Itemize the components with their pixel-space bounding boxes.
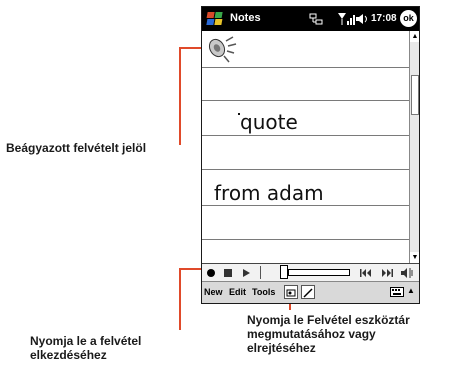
ink-line-2: from adam: [214, 181, 324, 205]
record-icon[interactable]: [205, 266, 217, 279]
input-panel-arrow-icon[interactable]: ▲: [407, 286, 415, 295]
speaker-icon[interactable]: [206, 35, 238, 65]
ruled-line: [202, 135, 409, 136]
clock[interactable]: 17:08: [371, 13, 397, 24]
toolbar-toggle-label-line2: megmutatásához vagy: [247, 327, 376, 341]
record-callout-line-top: [179, 268, 203, 270]
windows-start-icon[interactable]: [205, 10, 227, 28]
toolbar-toggle-label-line1: Nyomja le Felvétel eszköztár: [247, 313, 410, 327]
skip-back-icon[interactable]: [359, 266, 373, 279]
ok-button[interactable]: ok: [400, 10, 417, 27]
menu-bar: New Edit Tools ▲: [202, 281, 419, 303]
embedded-callout-line-vertical: [179, 47, 181, 145]
embedded-callout-line-top: [179, 47, 203, 49]
ruled-line: [202, 100, 409, 101]
vertical-scrollbar[interactable]: ▲ ▼: [409, 31, 419, 263]
stop-icon[interactable]: [222, 266, 234, 279]
note-canvas[interactable]: quote from adam: [202, 31, 409, 263]
speaker-volume-icon[interactable]: [400, 266, 416, 279]
separator: [260, 266, 263, 279]
app-title: Notes: [230, 12, 261, 24]
volume-icon[interactable]: [355, 12, 369, 26]
title-bar: Notes 17:08 ok: [202, 7, 419, 31]
toolbar-toggle-label: Nyomja le Felvétel eszköztár megmutatásá…: [247, 313, 410, 355]
skip-forward-icon[interactable]: [380, 266, 394, 279]
record-start-label-line1: Nyomja le a felvétel: [30, 334, 142, 348]
ruled-line: [202, 67, 409, 68]
keyboard-icon[interactable]: [390, 287, 404, 297]
record-callout-line-vertical: [179, 268, 181, 330]
scroll-down-icon[interactable]: ▼: [410, 252, 419, 263]
record-start-label: Nyomja le a felvétel elkezdéséhez: [30, 334, 141, 362]
ruled-line: [202, 239, 409, 240]
signal-icon[interactable]: [337, 12, 355, 26]
ink-line-1: quote: [240, 110, 298, 134]
menu-new[interactable]: New: [204, 287, 223, 297]
menu-edit[interactable]: Edit: [229, 287, 246, 297]
recording-toolbar: [202, 263, 419, 281]
ruled-line: [202, 205, 409, 206]
volume-slider-thumb[interactable]: [280, 265, 288, 279]
pocketpc-screen: Notes 17:08 ok quote from adam ▲ ▼ New E…: [201, 6, 420, 304]
record-start-label-line2: elkezdéséhez: [30, 348, 107, 362]
toolbar-toggle-label-line3: elrejtéséhez: [247, 341, 316, 355]
connection-icon[interactable]: [309, 12, 323, 26]
recording-toolbar-toggle-icon[interactable]: [284, 285, 298, 299]
ruled-line: [202, 169, 409, 170]
scroll-up-icon[interactable]: ▲: [410, 31, 419, 42]
menu-tools[interactable]: Tools: [252, 287, 275, 297]
scroll-thumb[interactable]: [411, 75, 419, 115]
embedded-recording-label: Beágyazott felvételt jelöl: [6, 141, 147, 155]
volume-slider-track[interactable]: [288, 269, 350, 276]
pen-icon[interactable]: [301, 285, 315, 299]
play-icon[interactable]: [240, 266, 252, 279]
